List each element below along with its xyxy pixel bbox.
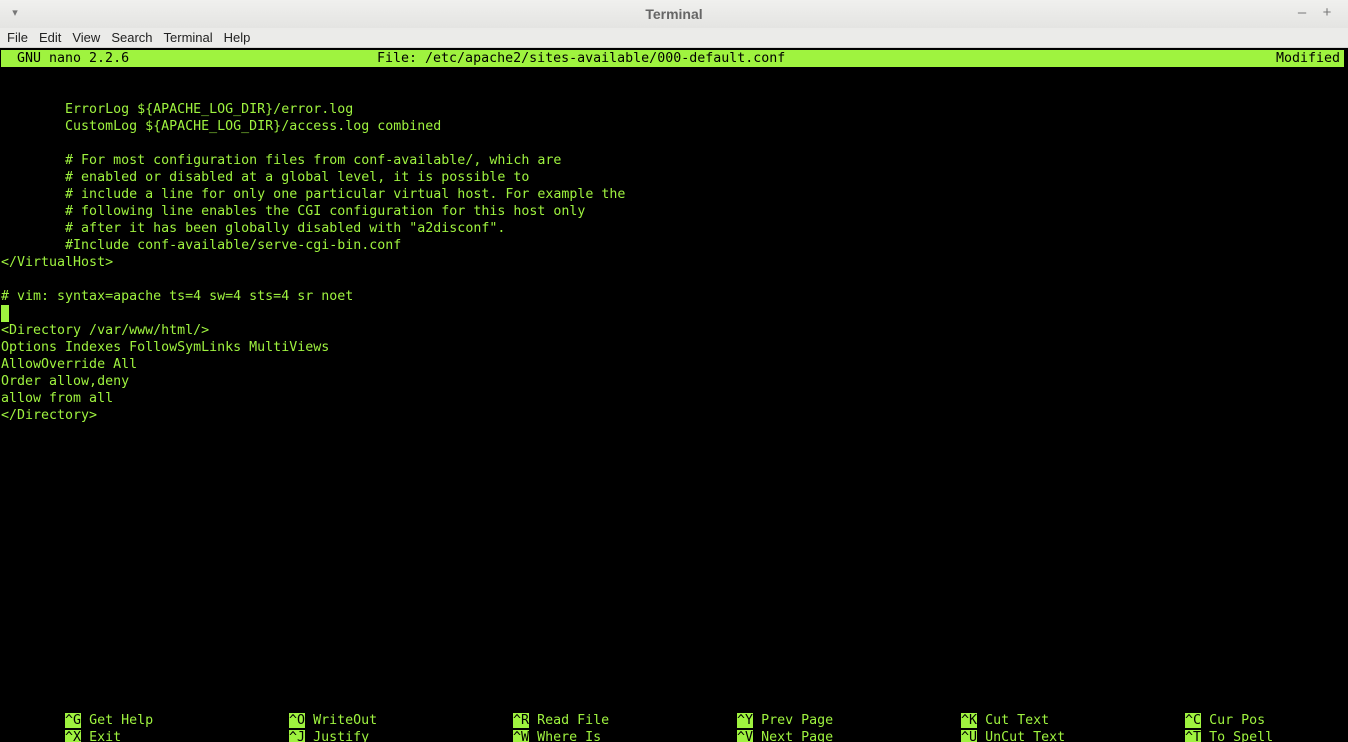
minimize-icon[interactable]: – <box>1294 5 1310 21</box>
editor-line: # following line enables the CGI configu… <box>1 204 586 219</box>
window-title: Terminal <box>645 6 703 22</box>
nano-filename: File: /etc/apache2/sites-available/000-d… <box>377 51 786 66</box>
editor-line: </VirtualHost> <box>1 255 114 270</box>
nano-modified-status: Modified <box>1275 51 1340 66</box>
shortcut-prev-page[interactable]: ^Y Prev Page <box>673 695 833 728</box>
shortcut-key: ^V <box>737 730 754 742</box>
shortcut-to-spell[interactable]: ^T To Spell <box>1121 712 1273 742</box>
menu-bar: File Edit View Search Terminal Help <box>0 28 1348 48</box>
shortcut-uncut-text[interactable]: ^U UnCut Text <box>897 712 1065 742</box>
editor-line: AllowOverride All <box>1 357 138 372</box>
shortcut-cut-text[interactable]: ^K Cut Text <box>897 695 1049 728</box>
shortcut-label: Where Is <box>537 730 602 742</box>
editor-line: #Include conf-available/serve-cgi-bin.co… <box>1 238 402 253</box>
shortcut-label: Exit <box>89 730 122 742</box>
editor-line: Order allow,deny <box>1 374 130 389</box>
editor-line: allow from all <box>1 391 114 406</box>
shortcut-justify[interactable]: ^J Justify <box>225 712 369 742</box>
title-bar[interactable]: ▾ Terminal – + <box>0 0 1348 28</box>
text-cursor <box>1 305 9 322</box>
editor-line: Options Indexes FollowSymLinks MultiView… <box>1 340 330 355</box>
editor-line: ErrorLog ${APACHE_LOG_DIR}/error.log <box>1 102 354 117</box>
editor-line: </Directory> <box>1 408 98 423</box>
shortcut-read-file[interactable]: ^R Read File <box>449 695 609 728</box>
editor-line: # enabled or disabled at a global level,… <box>1 170 530 185</box>
shortcut-label: UnCut Text <box>985 730 1066 742</box>
shortcut-where-is[interactable]: ^W Where Is <box>449 712 601 742</box>
editor-line: # vim: syntax=apache ts=4 sw=4 sts=4 sr … <box>1 289 354 304</box>
menu-view[interactable]: View <box>67 29 105 47</box>
shortcut-key: ^U <box>961 730 978 742</box>
shortcut-cur-pos[interactable]: ^C Cur Pos <box>1121 695 1265 728</box>
editor-line: <Directory /var/www/html/> <box>1 323 210 338</box>
menu-terminal[interactable]: Terminal <box>159 29 218 47</box>
shortcut-label: Next Page <box>761 730 834 742</box>
shortcut-next-page[interactable]: ^V Next Page <box>673 712 833 742</box>
nano-version: GNU nano 2.2.6 <box>17 51 130 66</box>
menu-help[interactable]: Help <box>219 29 256 47</box>
editor-line: CustomLog ${APACHE_LOG_DIR}/access.log c… <box>1 119 442 134</box>
editor-line: # after it has been globally disabled wi… <box>1 221 506 236</box>
menu-edit[interactable]: Edit <box>34 29 66 47</box>
nano-header: GNU nano 2.2.6 File: /etc/apache2/sites-… <box>1 50 1344 67</box>
shortcut-label: To Spell <box>1209 730 1274 742</box>
shortcut-writeout[interactable]: ^O WriteOut <box>225 695 377 728</box>
shortcut-key: ^J <box>289 730 306 742</box>
window-menu-icon[interactable]: ▾ <box>8 6 22 20</box>
shortcut-key: ^W <box>513 730 530 742</box>
shortcut-exit[interactable]: ^X Exit <box>1 712 121 742</box>
shortcut-label: Justify <box>313 730 370 742</box>
terminal-area[interactable]: GNU nano 2.2.6 File: /etc/apache2/sites-… <box>0 48 1348 742</box>
maximize-icon[interactable]: + <box>1319 5 1335 21</box>
editor-line: # include a line for only one particular… <box>1 187 626 202</box>
editor-line: # For most configuration files from conf… <box>1 153 562 168</box>
shortcut-key: ^X <box>65 730 82 742</box>
terminal-window: ▾ Terminal – + File Edit View Search Ter… <box>0 0 1348 742</box>
shortcut-key: ^T <box>1185 730 1202 742</box>
shortcut-get-help[interactable]: ^G Get Help <box>1 695 153 728</box>
menu-search[interactable]: Search <box>106 29 157 47</box>
menu-file[interactable]: File <box>2 29 33 47</box>
